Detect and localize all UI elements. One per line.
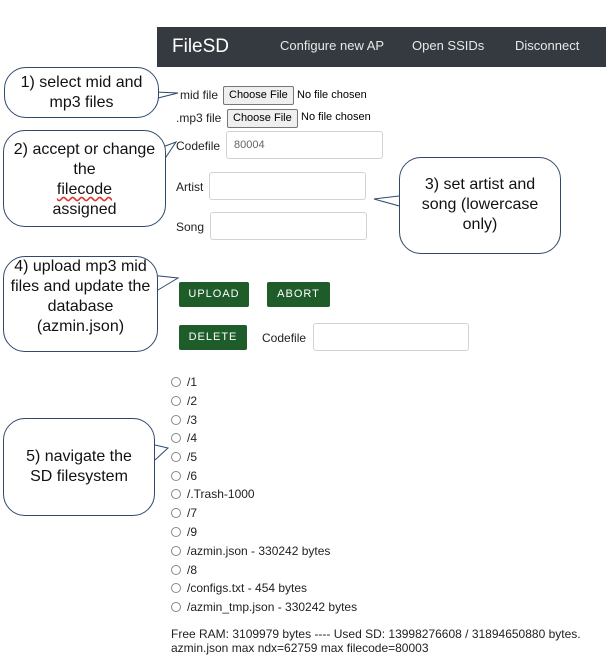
callout-navigate: 5) navigate the SD filesystem — [3, 418, 155, 516]
callout-upload: 4) upload mp3 mid files and update the d… — [3, 256, 158, 352]
callout-artist-song: 3) set artist and song (lowercase only) — [399, 157, 561, 254]
callout-select-files: 1) select mid and mp3 files — [4, 67, 159, 118]
callout-filecode: 2) accept or change the filecode assigne… — [3, 130, 166, 227]
